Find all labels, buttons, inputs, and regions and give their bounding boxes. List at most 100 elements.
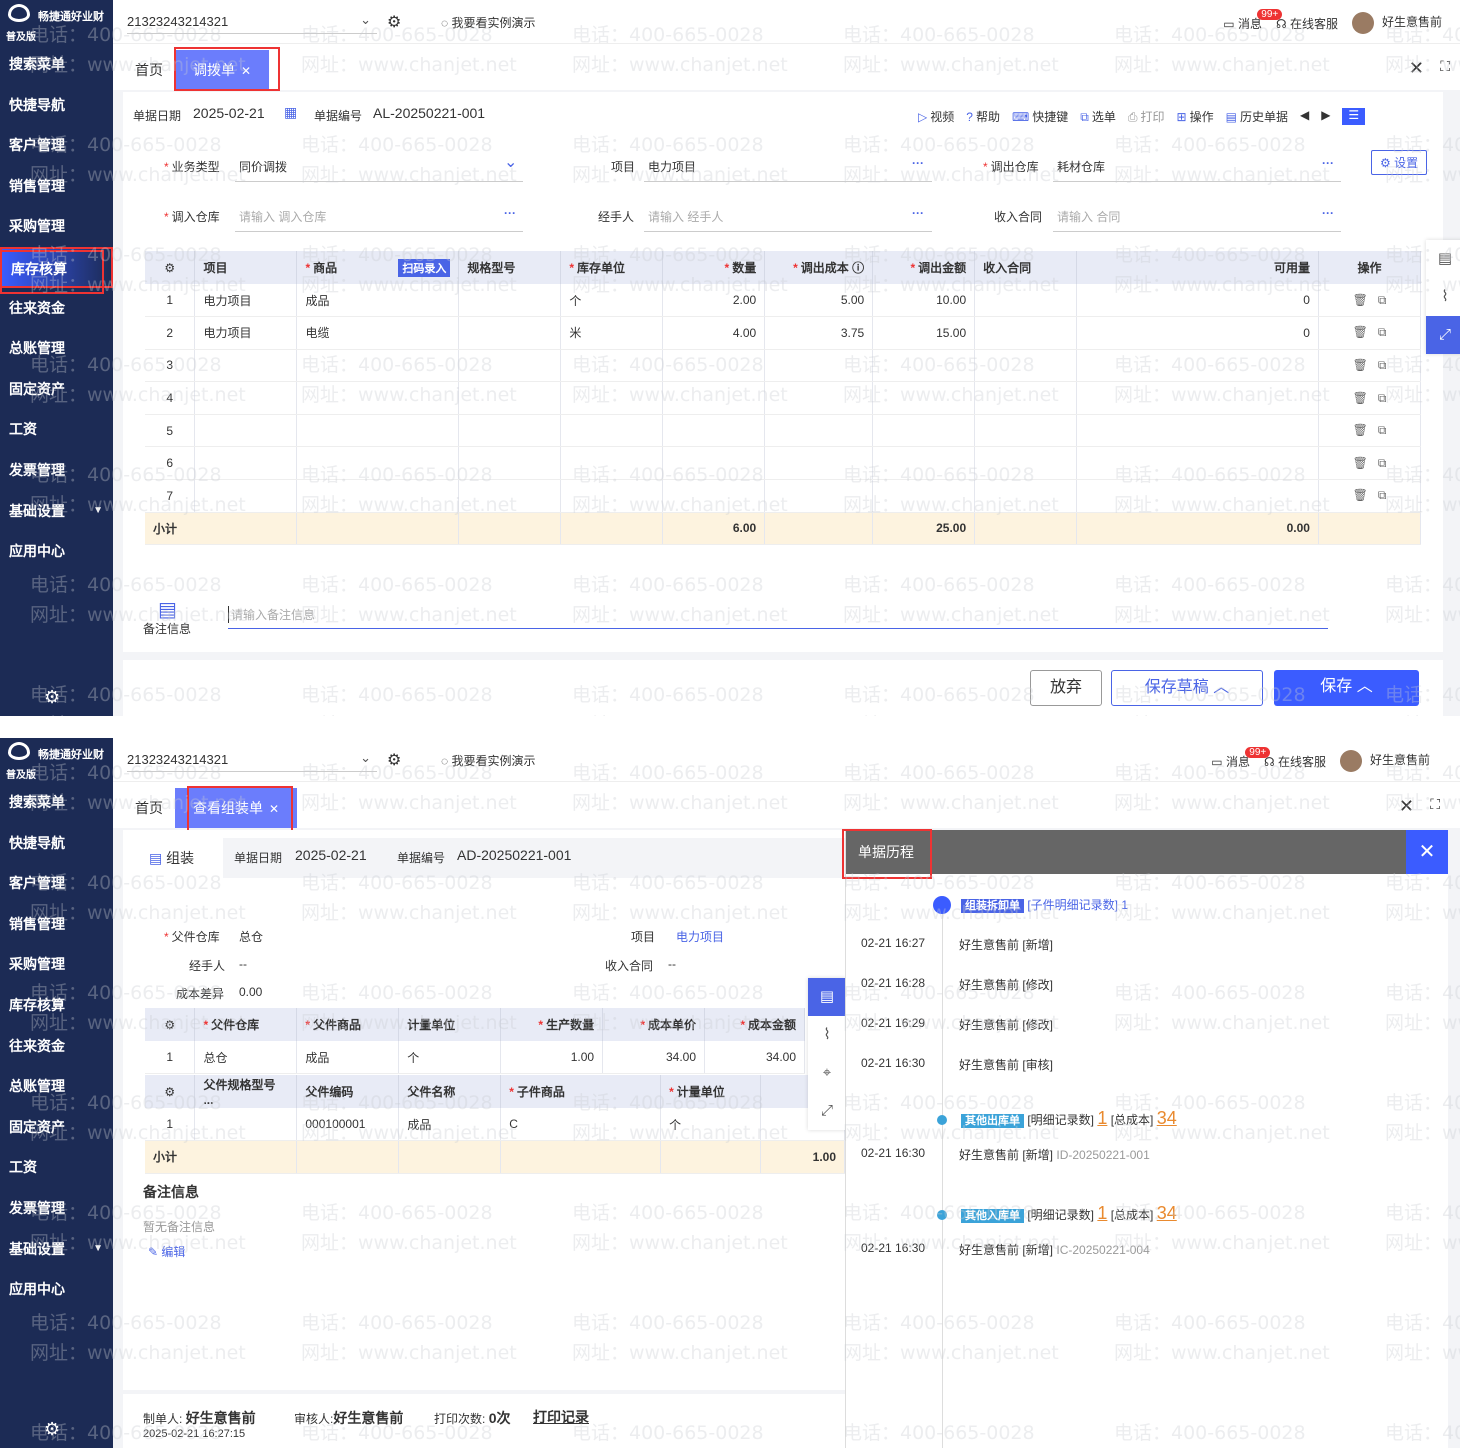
user-menu[interactable]: 好生意售前	[1339, 750, 1430, 772]
tab-home[interactable]: 首页	[119, 788, 179, 828]
cell-cost[interactable]: 5.00	[764, 284, 874, 318]
menu-search[interactable]: 搜索菜单	[0, 44, 113, 85]
menu-sales[interactable]: 销售管理	[0, 904, 113, 945]
table-row[interactable]: 2 电力项目 电缆米 4.00 3.75 15.00 0 🗑 ⧉	[145, 316, 1422, 350]
menu-ledger[interactable]: 总账管理	[0, 328, 113, 369]
cell-contract[interactable]	[974, 316, 1078, 350]
table-row[interactable]: 7 🗑 ⧉	[145, 479, 1422, 513]
gear-icon[interactable]: ⚙	[44, 687, 60, 708]
handler-input[interactable]: 请输入 经手人	[648, 208, 723, 225]
close-icon[interactable]: ✕	[241, 64, 251, 78]
close-all-icon[interactable]: ✕	[1409, 58, 1424, 79]
settings-gear-icon[interactable]: ⚙	[387, 12, 401, 32]
expand-icon[interactable]: ⤢	[808, 1092, 846, 1130]
group2-count[interactable]: 1	[1097, 1108, 1107, 1128]
delete-icon[interactable]: 🗑	[1353, 358, 1368, 372]
tool-print[interactable]: ⎙ 打印	[1128, 108, 1165, 125]
next-icon[interactable]: ▶	[1321, 108, 1330, 125]
out-wh-field[interactable]: 耗材仓库	[1057, 158, 1105, 175]
fullscreen-icon[interactable]: ⛶	[1440, 58, 1450, 75]
menu-quick-nav[interactable]: 快捷导航	[0, 85, 113, 126]
settings-gear-icon[interactable]: ⚙	[387, 750, 401, 770]
cell-product[interactable]: 电缆	[296, 316, 460, 350]
cell-unit[interactable]: 个	[560, 284, 664, 318]
cell-unit[interactable]: 米	[560, 316, 664, 350]
column-settings-icon[interactable]: ⚙	[145, 1008, 196, 1041]
cell-contract[interactable]	[974, 284, 1078, 318]
menu-assets[interactable]: 固定资产	[0, 369, 113, 410]
tab-home[interactable]: 首页	[119, 50, 179, 90]
table-row[interactable]: 5 🗑 ⧉	[145, 414, 1422, 448]
column-settings-icon[interactable]: ⚙	[145, 1075, 196, 1108]
delete-icon[interactable]: 🗑	[1353, 423, 1368, 437]
close-icon[interactable]: ✕	[1406, 830, 1448, 874]
in-wh-input[interactable]: 请输入 调入仓库	[239, 208, 326, 225]
messages-button[interactable]: ▭ 消息 99+	[1211, 746, 1271, 770]
support-button[interactable]: ☊ 在线客服	[1276, 15, 1338, 32]
more-icon[interactable]: ···	[912, 206, 924, 220]
edit-link[interactable]: ✎ 编辑	[148, 1243, 185, 1260]
delete-icon[interactable]: 🗑	[1353, 391, 1368, 405]
menu-payroll[interactable]: 工资	[0, 409, 113, 450]
account-select[interactable]: 21323243214321 ⌄	[127, 12, 377, 34]
group3-count[interactable]: 1	[1097, 1203, 1107, 1223]
delete-icon[interactable]: 🗑	[1353, 293, 1368, 307]
menu-funds[interactable]: 往来资金	[0, 1026, 113, 1067]
attachment-icon[interactable]: ⌇	[1426, 278, 1460, 316]
cell-qty[interactable]: 2.00	[662, 284, 766, 318]
close-icon[interactable]: ✕	[269, 802, 279, 816]
menu-settings[interactable]: 基础设置 ▼	[0, 1229, 113, 1270]
table-row[interactable]: 4 🗑 ⧉	[145, 381, 1422, 415]
menu-ledger[interactable]: 总账管理	[0, 1066, 113, 1107]
menu-quick-nav[interactable]: 快捷导航	[0, 823, 113, 864]
menu-invoice[interactable]: 发票管理	[0, 450, 113, 491]
table-row[interactable]: 6 🗑 ⧉	[145, 446, 1422, 481]
contract-input[interactable]: 请输入 合同	[1057, 208, 1120, 225]
delete-icon[interactable]: 🗑	[1353, 488, 1368, 502]
tag-other-in[interactable]: 其他入库单	[961, 1209, 1024, 1223]
menu-apps[interactable]: 应用中心	[0, 531, 113, 572]
discard-button[interactable]: 放弃	[1030, 670, 1102, 706]
expand-icon[interactable]: ⤢	[1426, 316, 1460, 354]
cell-amount[interactable]: 10.00	[872, 284, 976, 318]
cell-spec[interactable]	[458, 316, 562, 350]
more-icon[interactable]: ···	[1322, 206, 1334, 220]
copy-icon[interactable]: ⧉	[1378, 293, 1387, 307]
attachment-icon[interactable]: ⌇	[808, 1016, 846, 1054]
settings-button[interactable]: ⚙ 设置	[1371, 150, 1428, 175]
more-icon[interactable]: ···	[1322, 156, 1334, 170]
menu-customer[interactable]: 客户管理	[0, 863, 113, 904]
table-row[interactable]: 3 🗑 ⧉	[145, 349, 1422, 383]
tool-shortcut[interactable]: ⌨ 快捷键	[1012, 108, 1068, 125]
group2-cost[interactable]: 34	[1157, 1108, 1177, 1128]
cell-spec[interactable]	[458, 284, 562, 318]
close-all-icon[interactable]: ✕	[1399, 796, 1414, 817]
cell-qty[interactable]: 4.00	[662, 316, 766, 350]
note-icon[interactable]: ▤	[1426, 240, 1460, 278]
menu-inventory[interactable]: 库存核算	[0, 985, 113, 1026]
table-row[interactable]: 1 电力项目 成品个 2.00 5.00 10.00 0 🗑 ⧉	[145, 284, 1422, 318]
project-link[interactable]: 电力项目	[676, 928, 724, 945]
account-select[interactable]: 21323243214321 ⌄	[127, 750, 377, 772]
cell-project[interactable]: 电力项目	[194, 284, 298, 318]
note-icon[interactable]: ▤	[808, 978, 846, 1016]
menu-apps[interactable]: 应用中心	[0, 1269, 113, 1310]
group3-cost[interactable]: 34	[1157, 1203, 1177, 1223]
demo-link[interactable]: ◌ 我要看实例演示	[441, 752, 535, 769]
cell-cost[interactable]: 3.75	[764, 316, 874, 350]
delete-icon[interactable]: 🗑	[1353, 325, 1368, 339]
column-settings-icon[interactable]: ⚙	[145, 251, 196, 284]
more-icon[interactable]: ···	[912, 156, 924, 170]
menu-customer[interactable]: 客户管理	[0, 125, 113, 166]
prev-icon[interactable]: ◀	[1300, 108, 1309, 125]
remark-input[interactable]: 请输入备注信息	[228, 606, 315, 623]
tag-assembly[interactable]: 组装拆卸单	[961, 899, 1024, 913]
save-button[interactable]: 保存 ︿	[1274, 670, 1419, 706]
biz-type-select[interactable]: 同价调拨	[239, 158, 287, 175]
menu-assets[interactable]: 固定资产	[0, 1107, 113, 1148]
more-icon[interactable]: ···	[504, 206, 516, 220]
demo-link[interactable]: ◌ 我要看实例演示	[441, 14, 535, 31]
entry-doc-id[interactable]: ID-20250221-001	[1056, 1148, 1149, 1162]
menu-invoice[interactable]: 发票管理	[0, 1188, 113, 1229]
gear-icon[interactable]: ⚙	[44, 1419, 60, 1440]
